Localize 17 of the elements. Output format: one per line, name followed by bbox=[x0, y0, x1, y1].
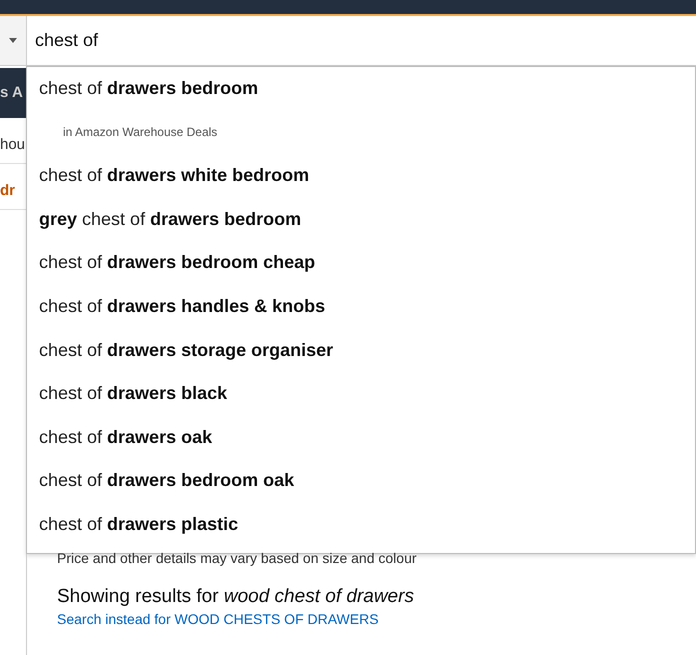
suggestion-item[interactable]: chest of drawers white bedroom bbox=[27, 154, 695, 198]
caret-icon bbox=[9, 38, 17, 44]
suggestion-item[interactable]: grey chest of drawers bedroom bbox=[27, 198, 695, 242]
page-text-fragment: s A bbox=[0, 68, 26, 118]
suggestion-item[interactable]: chest of drawers handles & knobs bbox=[27, 284, 695, 329]
suggestion-item[interactable]: chest of drawers plastic bbox=[27, 502, 695, 547]
showing-results-text: Showing results for wood chest of drawers bbox=[57, 586, 415, 608]
suggestion-item[interactable]: chest of drawers bedroom cheap bbox=[27, 241, 695, 285]
price-note: Price and other details may vary based on size and colour bbox=[57, 550, 418, 566]
suggestion-item[interactable]: chest of drawers bedroom bbox=[27, 67, 695, 111]
suggestion-item[interactable]: chest of drawers bedroom oak bbox=[27, 459, 695, 503]
suggestion-item[interactable]: chest of drawers storage organiser bbox=[27, 328, 695, 372]
suggestion-item[interactable]: chest of drawers oak bbox=[27, 416, 695, 460]
search-instead-link[interactable]: Search instead for WOOD CHESTS OF DRAWERS bbox=[57, 610, 379, 627]
category-dropdown[interactable] bbox=[0, 16, 27, 65]
suggestion-department[interactable]: in Amazon Warehouse Deals bbox=[27, 110, 695, 154]
suggestion-item[interactable]: chest of drawers black bbox=[27, 372, 695, 416]
